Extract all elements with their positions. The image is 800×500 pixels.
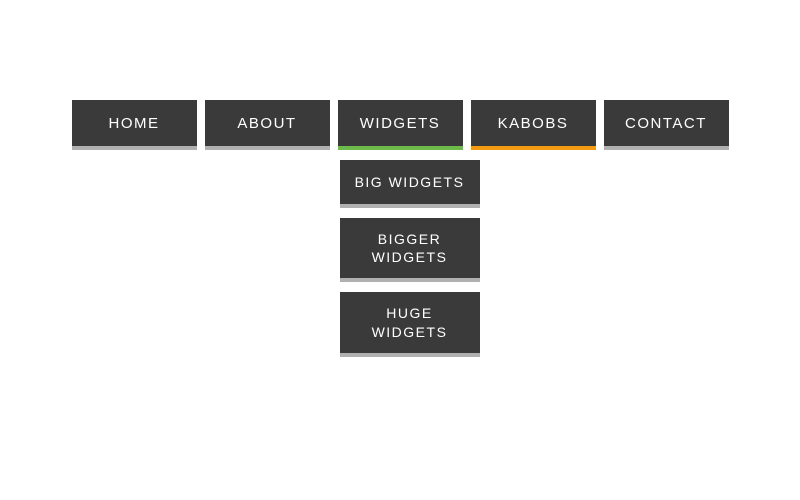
dropdown-label: BIGGER WIDGETS xyxy=(348,230,472,266)
dropdown-label: HUGE WIDGETS xyxy=(348,304,472,340)
dropdown-item-bigger-widgets[interactable]: BIGGER WIDGETS xyxy=(340,218,480,282)
dropdown-item-big-widgets[interactable]: BIG WIDGETS xyxy=(340,160,480,208)
nav-item-kabobs: KABOBS xyxy=(471,100,596,150)
dropdown-label: BIG WIDGETS xyxy=(355,173,465,191)
nav-container: HOME ABOUT WIDGETS BIG WIDGETS BIGGER WI… xyxy=(0,0,800,150)
nav-item-home: HOME xyxy=(72,100,197,150)
nav-button-home[interactable]: HOME xyxy=(72,100,197,150)
nav-item-contact: CONTACT xyxy=(604,100,729,150)
nav-item-widgets: WIDGETS BIG WIDGETS BIGGER WIDGETS HUGE … xyxy=(338,100,463,150)
nav-button-kabobs[interactable]: KABOBS xyxy=(471,100,596,150)
nav-button-about[interactable]: ABOUT xyxy=(205,100,330,150)
nav-item-about: ABOUT xyxy=(205,100,330,150)
nav-label: WIDGETS xyxy=(360,115,441,132)
nav-label: CONTACT xyxy=(625,115,707,132)
main-nav: HOME ABOUT WIDGETS BIG WIDGETS BIGGER WI… xyxy=(72,100,729,150)
dropdown-item-huge-widgets[interactable]: HUGE WIDGETS xyxy=(340,292,480,356)
dropdown-widgets: BIG WIDGETS BIGGER WIDGETS HUGE WIDGETS xyxy=(340,160,480,357)
nav-label: KABOBS xyxy=(498,115,569,132)
nav-label: ABOUT xyxy=(237,115,296,132)
nav-button-contact[interactable]: CONTACT xyxy=(604,100,729,150)
nav-label: HOME xyxy=(109,115,160,132)
nav-button-widgets[interactable]: WIDGETS xyxy=(338,100,463,150)
